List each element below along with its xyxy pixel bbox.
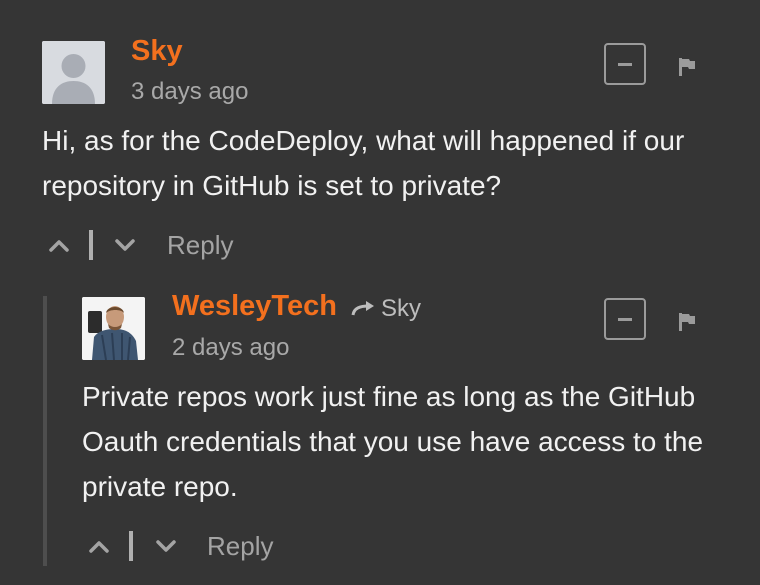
- comment-author[interactable]: WesleyTech: [172, 292, 337, 321]
- flag-icon[interactable]: [677, 56, 697, 78]
- vote-separator: [89, 230, 93, 260]
- vote-separator: [129, 531, 133, 561]
- default-avatar-icon: [42, 41, 105, 104]
- reply-thread-line: [43, 296, 47, 566]
- minus-icon: [618, 63, 632, 66]
- collapse-button[interactable]: [604, 43, 646, 85]
- avatar[interactable]: [42, 41, 105, 104]
- comment-timestamp[interactable]: 2 days ago: [172, 336, 289, 360]
- comment-timestamp[interactable]: 3 days ago: [131, 80, 248, 104]
- arrow-right-icon: [351, 301, 374, 316]
- flag-icon[interactable]: [677, 311, 697, 333]
- chevron-down-icon[interactable]: [114, 237, 136, 253]
- reply-button[interactable]: Reply: [167, 232, 233, 258]
- comment-author[interactable]: Sky: [131, 37, 183, 66]
- reply-to-user[interactable]: Sky: [381, 297, 421, 321]
- comment-thread: Sky 3 days ago Hi, as for the CodeDeploy…: [0, 0, 760, 585]
- comment-body: Private repos work just fine as long as …: [82, 381, 704, 502]
- avatar[interactable]: [82, 297, 145, 360]
- user-photo-avatar-icon: [82, 297, 145, 360]
- minus-icon: [618, 318, 632, 321]
- chevron-up-icon[interactable]: [48, 237, 70, 253]
- chevron-down-icon[interactable]: [155, 538, 177, 554]
- reply-button[interactable]: Reply: [207, 533, 273, 559]
- comment-body: Hi, as for the CodeDeploy, what will hap…: [42, 125, 685, 201]
- collapse-button[interactable]: [604, 298, 646, 340]
- chevron-up-icon[interactable]: [88, 538, 110, 554]
